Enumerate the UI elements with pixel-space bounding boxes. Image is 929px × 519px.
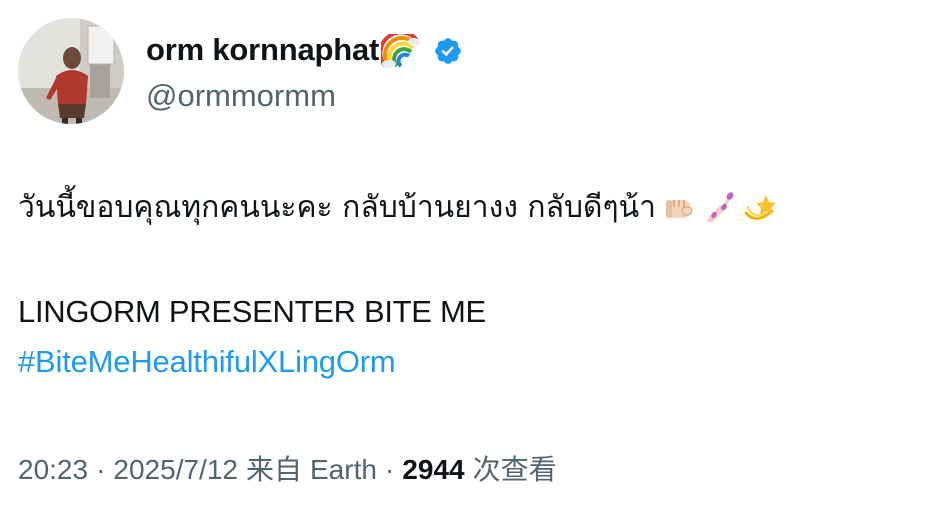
views-label: 次查看 [472,453,557,486]
tweet-source: Earth [310,454,377,485]
meta-separator: · [96,454,106,485]
verified-badge-icon[interactable] [433,36,463,66]
oncoming-fist-icon [662,191,696,225]
dizzy-icon [742,191,776,225]
tweet-thai-text: วันนี้ขอบคุณทุกคนนะคะ กลับบ้านยางง กลับด… [18,190,656,225]
tweet-meta: 20:23 · 2025/7/12 来自 Earth · 2944 次查看 [18,448,557,488]
views-count: 2944 [402,454,465,485]
rainbow-icon [378,30,421,68]
avatar[interactable] [18,18,124,124]
tweet-date[interactable]: 2025/7/12 [113,454,238,486]
nail-polish-icon [702,191,736,225]
tweet-text-thai: วันนี้ขอบคุณทุกคนนะคะ กลับบ้านยางง กลับด… [18,188,776,228]
tweet-caption: LINGORM PRESENTER BITE ME [18,294,486,329]
avatar-photo [18,18,124,124]
author-handle[interactable]: @ormmormm [146,78,463,114]
display-name[interactable]: orm kornnaphat [146,32,379,68]
hashtag-link[interactable]: #BiteMeHealthifulXLingOrm [18,342,396,382]
tweet-time[interactable]: 20:23 [18,454,88,486]
tweet: orm kornnaphat @ormmormm วันนี้ขอบคุณทุก… [0,0,929,519]
author-names: orm kornnaphat @ormmormm [146,28,463,114]
display-name-row: orm kornnaphat [146,28,463,72]
source-prefix: 来自 [245,453,302,486]
meta-separator-2: · [384,454,395,485]
